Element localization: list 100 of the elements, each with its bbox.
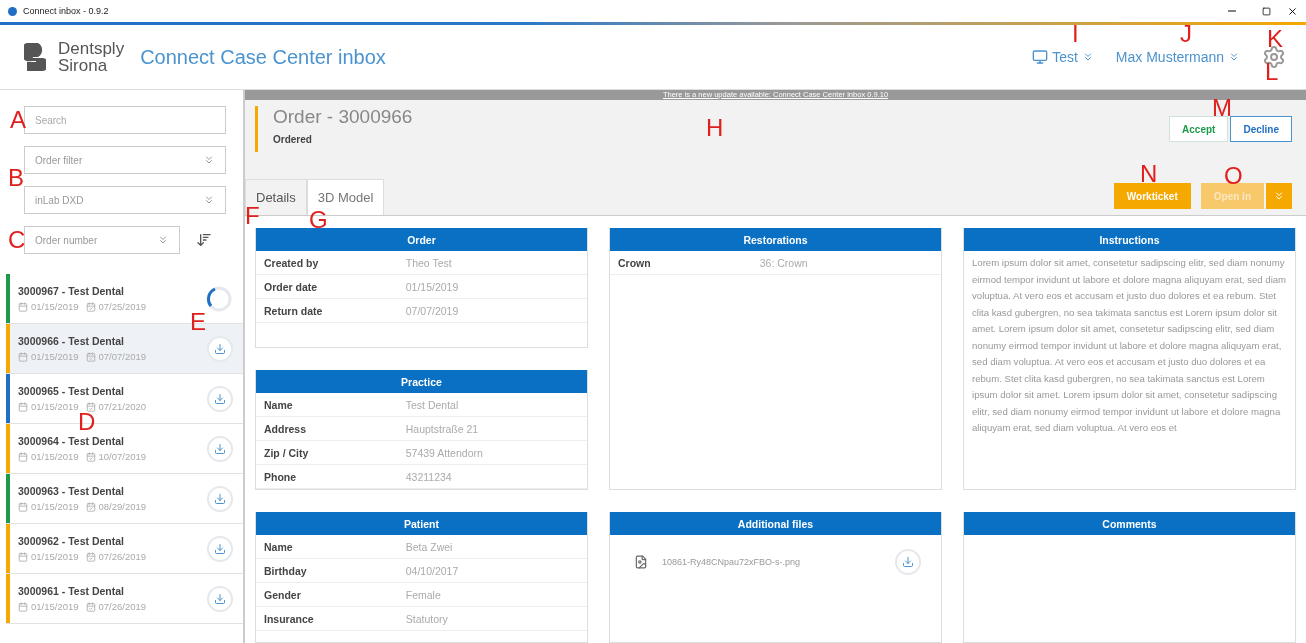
- download-button[interactable]: [207, 385, 233, 412]
- field-value: 57439 Attendorn: [405, 446, 483, 459]
- due-date: 07/25/2019: [98, 301, 147, 312]
- order-title: 3000964 - Test Dental: [18, 435, 126, 447]
- decline-button[interactable]: Decline: [1230, 116, 1292, 142]
- order-list-item[interactable]: 3000963 - Test Dental 01/15/2019 08/29/2019: [6, 474, 243, 524]
- download-icon: [902, 556, 914, 568]
- annotation-letter: L: [1265, 60, 1279, 84]
- calendar-icon: [18, 401, 28, 412]
- created-date: 01/15/2019: [31, 401, 79, 412]
- annotation-letter: A: [10, 108, 26, 132]
- field-value: Female: [405, 588, 441, 601]
- field-value: Beta Zwei: [405, 540, 453, 553]
- field-label: Created by: [264, 256, 320, 269]
- field-label: Phone: [264, 470, 298, 483]
- device-menu[interactable]: Test: [1032, 49, 1094, 65]
- image-file-icon: [634, 555, 648, 569]
- calendar-check-icon: [85, 301, 96, 312]
- monitor-icon: [1032, 49, 1049, 65]
- download-icon: [214, 592, 226, 605]
- window-title: Connect inbox - 0.9.2: [23, 6, 110, 16]
- annotation-letter: K: [1267, 27, 1283, 51]
- download-button[interactable]: [207, 585, 233, 612]
- order-title: 3000965 - Test Dental: [18, 385, 126, 397]
- download-button[interactable]: [895, 549, 921, 575]
- field-value: 01/15/2019: [405, 280, 459, 293]
- order-title: 3000967 - Test Dental: [18, 285, 126, 297]
- field-value: Hauptstraße 21: [405, 422, 479, 435]
- field-value: Theo Test: [405, 256, 452, 269]
- field-label: Insurance: [264, 612, 315, 625]
- panel-header: Practice: [256, 370, 587, 393]
- dropdown-value: inLab DXD: [35, 194, 84, 206]
- restore-icon[interactable]: [1262, 6, 1271, 16]
- created-date: 01/15/2019: [31, 301, 79, 312]
- chevrons-down-icon: [1228, 51, 1240, 63]
- due-date: 07/21/2020: [98, 401, 147, 412]
- chevrons-down-icon: [203, 154, 215, 166]
- chevrons-down-icon: [157, 234, 169, 246]
- annotation-letter: B: [8, 166, 24, 190]
- sort-order-icon[interactable]: [196, 232, 212, 248]
- sort-dropdown[interactable]: Order number: [24, 226, 180, 254]
- calendar-icon: [18, 351, 28, 362]
- dropdown-placeholder: Order filter: [35, 154, 83, 166]
- field-value: 07/07/2019: [405, 304, 459, 317]
- field-label: Name: [264, 540, 294, 553]
- field-value: Statutory: [405, 612, 448, 625]
- due-date: 08/29/2019: [98, 501, 147, 512]
- annotation-letter: N: [1140, 162, 1158, 186]
- due-date: 07/26/2019: [98, 601, 147, 612]
- accept-button[interactable]: Accept: [1169, 116, 1229, 142]
- field-value: Test Dental: [405, 398, 459, 411]
- field-value: 04/10/2017: [405, 564, 459, 577]
- field-label: Crown: [618, 256, 652, 269]
- brand-name: Dentsply: [58, 40, 125, 57]
- order-list-item[interactable]: 3000962 - Test Dental 01/15/2019 07/26/2019: [6, 524, 243, 574]
- created-date: 01/15/2019: [31, 601, 79, 612]
- field-label: Address: [264, 422, 307, 435]
- panel-header: Additional files: [610, 512, 941, 535]
- field-value: 36: Crown: [759, 256, 808, 269]
- download-button[interactable]: [207, 485, 233, 512]
- app-icon: [8, 6, 17, 16]
- order-list-item[interactable]: 3000961 - Test Dental 01/15/2019 07/26/2019: [6, 574, 243, 624]
- annotation-letter: I: [1072, 22, 1079, 46]
- field-label: Return date: [264, 304, 324, 317]
- file-name: 10861-Ry48CNpau72xFBO-s-.png: [662, 557, 802, 567]
- due-date: 07/26/2019: [98, 551, 147, 562]
- filter-dropdown[interactable]: Order filter: [24, 146, 226, 174]
- order-title: 3000966 - Test Dental: [18, 335, 126, 347]
- calendar-check-icon: [85, 551, 96, 562]
- calendar-icon: [18, 601, 28, 612]
- field-value: 43211234: [405, 470, 452, 483]
- created-date: 01/15/2019: [31, 501, 79, 512]
- calendar-check-icon: [85, 501, 96, 512]
- dropdown-value: Order number: [35, 234, 98, 246]
- calendar-check-icon: [85, 351, 96, 362]
- field-label: Birthday: [264, 564, 308, 577]
- instructions-text: Lorem ipsum dolor sit amet, consetetur sadipscing elitr, sed diam nonumy eirmod tempor invidunt ut labore et dolore magna aliquyam erat, sed diam voluptua. At vero eos et accusam et justo duo dolores et ea rebum. Stet clita kasd gubergren, no sea takimata sanctus est Lorem ipsum dolor sit amet. Lorem ipsum dolor sit amet, consetetur sadipscing elitr, sed diam nonumy eirmod tempor invidunt ut labore et dolore magna aliquyam erat, sed diam voluptua. At vero eos et accusam et justo duo dolores et ea rebum. Stet clita kasd gubergren, no sea takimata sanctus est Lorem ipsum dolor sit amet. Lorem ipsum dolor sit amet, consetetur sadipscing elitr, sed diam nonumy eirmod tempor invidunt ut labore et dolore magna aliquyam erat, sed diam voluptua. At vero eos et: [971, 256, 1288, 435]
- order-status: Ordered: [273, 134, 313, 145]
- download-icon: [214, 492, 226, 505]
- dropdown-button[interactable]: [1266, 183, 1292, 209]
- panel-header: Comments: [964, 512, 1295, 535]
- field-label: Gender: [264, 588, 302, 601]
- download-button[interactable]: [207, 335, 233, 362]
- user-menu[interactable]: Max Mustermann: [1115, 49, 1240, 65]
- due-date: 10/07/2019: [98, 451, 147, 462]
- close-icon[interactable]: [1287, 5, 1298, 17]
- calendar-icon: [18, 301, 28, 312]
- panel-header: Restorations: [610, 228, 941, 251]
- annotation-letter: C: [8, 228, 26, 252]
- panel-header: Order: [256, 228, 587, 251]
- field-label: Zip / City: [264, 446, 310, 459]
- order-title: 3000961 - Test Dental: [18, 585, 126, 597]
- filter-dropdown[interactable]: inLab DXD: [24, 186, 226, 214]
- created-date: 01/15/2019: [31, 451, 79, 462]
- due-date: 07/07/2019: [98, 351, 147, 362]
- download-button[interactable]: [207, 435, 233, 462]
- calendar-icon: [18, 551, 28, 562]
- download-button[interactable]: [207, 535, 233, 562]
- annotation-letter: H: [706, 116, 724, 140]
- calendar-icon: [18, 451, 28, 462]
